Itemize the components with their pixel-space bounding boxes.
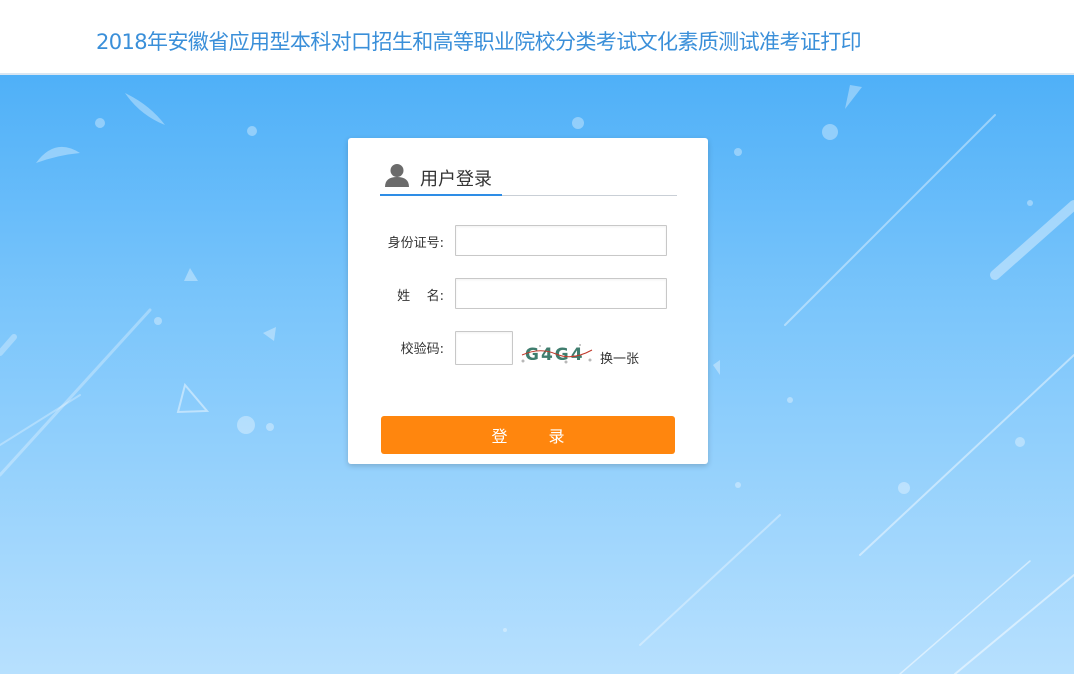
- captcha-graphic: G4G4: [521, 344, 593, 365]
- login-button[interactable]: 登 录: [381, 416, 675, 454]
- login-card: 用户登录 身份证号: 姓 名: 校验码: G4G4 换一张 登 录: [348, 138, 708, 464]
- captcha-text: G4G4: [525, 345, 585, 365]
- user-icon: [384, 163, 410, 187]
- id-number-label: 身份证号:: [387, 236, 444, 251]
- login-title: 用户登录: [420, 169, 492, 190]
- captcha-input[interactable]: [455, 331, 513, 365]
- captcha-label: 校验码:: [400, 342, 444, 357]
- id-number-input[interactable]: [455, 225, 667, 256]
- card-header: 用户登录: [380, 158, 677, 196]
- refresh-captcha-link[interactable]: 换一张: [600, 348, 639, 367]
- page-header: 2018年安徽省应用型本科对口招生和高等职业院校分类考试文化素质测试准考证打印: [0, 0, 1074, 75]
- page-title: 2018年安徽省应用型本科对口招生和高等职业院校分类考试文化素质测试准考证打印: [96, 30, 862, 54]
- captcha-image[interactable]: G4G4: [520, 343, 594, 365]
- title-underline: [380, 194, 502, 196]
- name-input[interactable]: [455, 278, 667, 309]
- name-label: 姓 名:: [397, 289, 444, 304]
